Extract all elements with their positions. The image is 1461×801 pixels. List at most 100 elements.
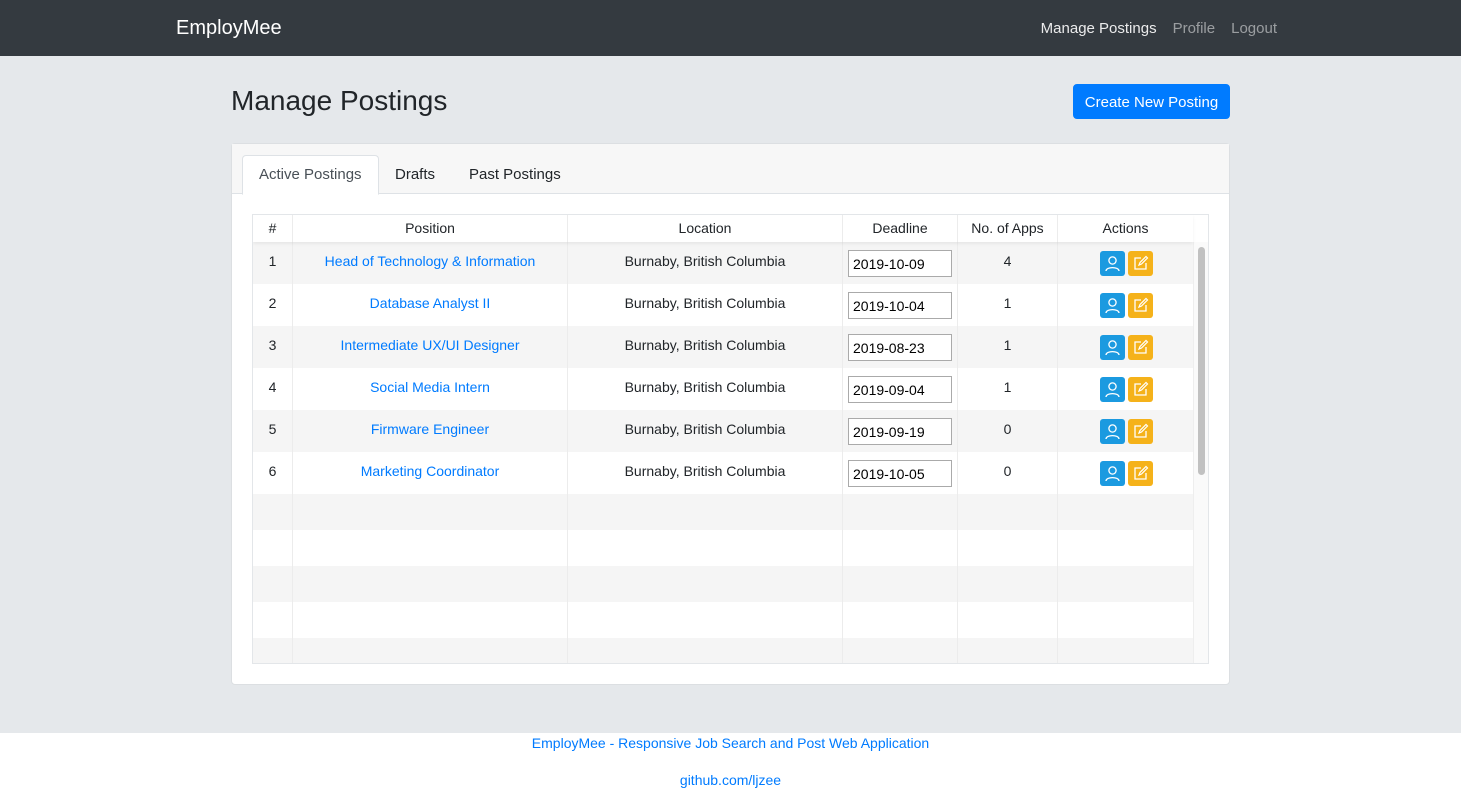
position-cell: Head of Technology & Information: [293, 242, 568, 284]
empty-cell: [958, 566, 1058, 602]
nav-manage-postings[interactable]: Manage Postings: [1041, 19, 1157, 39]
empty-row: [253, 602, 1193, 638]
table-row: 1 Head of Technology & Information Burnaby…: [253, 242, 1193, 284]
empty-cell: [253, 494, 293, 530]
empty-row: [253, 494, 1193, 530]
apps-count: 4: [958, 242, 1058, 284]
footer-app-link[interactable]: EmployMee - Responsive Job Search and Po…: [0, 735, 1461, 751]
empty-cell: [253, 566, 293, 602]
nav-profile[interactable]: Profile: [1173, 19, 1216, 39]
user-icon: [1105, 382, 1120, 398]
deadline-input[interactable]: [848, 334, 952, 361]
edit-icon: [1134, 297, 1149, 312]
row-number: 4: [253, 368, 293, 410]
empty-cell: [568, 602, 843, 638]
view-applicants-button[interactable]: [1100, 335, 1125, 360]
empty-cell: [843, 638, 958, 663]
location-cell: Burnaby, British Columbia: [568, 284, 843, 326]
edit-posting-button[interactable]: [1128, 419, 1153, 444]
postings-card: Active Postings Drafts Past Postings # P…: [231, 143, 1230, 685]
actions-cell: [1058, 368, 1193, 410]
user-icon: [1105, 424, 1120, 440]
empty-cell: [568, 494, 843, 530]
apps-count: 1: [958, 326, 1058, 368]
empty-cell: [568, 530, 843, 566]
nav-logout[interactable]: Logout: [1231, 19, 1277, 39]
table-scrollbar[interactable]: [1193, 242, 1208, 663]
deadline-input[interactable]: [848, 250, 952, 277]
edit-posting-button[interactable]: [1128, 251, 1153, 276]
empty-row: [253, 638, 1193, 663]
apps-count: 1: [958, 368, 1058, 410]
col-apps[interactable]: No. of Apps: [958, 215, 1058, 242]
position-cell: Database Analyst II: [293, 284, 568, 326]
footer-github-link[interactable]: github.com/ljzee: [0, 772, 1461, 788]
scrollbar-thumb[interactable]: [1198, 247, 1205, 475]
tab-past-postings[interactable]: Past Postings: [453, 155, 577, 194]
empty-cell: [568, 566, 843, 602]
table-header: # Position Location Deadline No. of Apps…: [253, 215, 1193, 242]
row-number: 2: [253, 284, 293, 326]
empty-cell: [1058, 530, 1193, 566]
edit-posting-button[interactable]: [1128, 377, 1153, 402]
table-row: 4 Social Media Intern Burnaby, British Col…: [253, 368, 1193, 410]
col-deadline[interactable]: Deadline: [843, 215, 958, 242]
deadline-input[interactable]: [848, 292, 952, 319]
create-posting-button[interactable]: Create New Posting: [1073, 84, 1230, 119]
view-applicants-button[interactable]: [1100, 293, 1125, 318]
view-applicants-button[interactable]: [1100, 461, 1125, 486]
row-number: 6: [253, 452, 293, 494]
deadline-input[interactable]: [848, 460, 952, 487]
edit-icon: [1134, 381, 1149, 396]
row-number: 1: [253, 242, 293, 284]
empty-cell: [843, 494, 958, 530]
edit-posting-button[interactable]: [1128, 293, 1153, 318]
empty-cell: [843, 602, 958, 638]
edit-icon: [1134, 255, 1149, 270]
empty-cell: [293, 602, 568, 638]
tab-active-postings[interactable]: Active Postings: [242, 155, 379, 195]
tab-drafts[interactable]: Drafts: [379, 155, 451, 194]
position-link[interactable]: Firmware Engineer: [371, 421, 489, 437]
brand-logo[interactable]: EmployMee: [176, 16, 282, 40]
deadline-input[interactable]: [848, 418, 952, 445]
edit-icon: [1134, 465, 1149, 480]
location-cell: Burnaby, British Columbia: [568, 452, 843, 494]
position-cell: Marketing Coordinator: [293, 452, 568, 494]
view-applicants-button[interactable]: [1100, 377, 1125, 402]
col-number[interactable]: #: [253, 215, 293, 242]
user-icon: [1105, 466, 1120, 482]
apps-count: 0: [958, 452, 1058, 494]
col-location[interactable]: Location: [568, 215, 843, 242]
position-link[interactable]: Social Media Intern: [370, 379, 490, 395]
position-link[interactable]: Intermediate UX/UI Designer: [341, 337, 520, 353]
view-applicants-button[interactable]: [1100, 419, 1125, 444]
table-row: 6 Marketing Coordinator Burnaby, British C…: [253, 452, 1193, 494]
empty-cell: [293, 530, 568, 566]
empty-cell: [1058, 494, 1193, 530]
user-icon: [1105, 298, 1120, 314]
view-applicants-button[interactable]: [1100, 251, 1125, 276]
actions-cell: [1058, 326, 1193, 368]
position-link[interactable]: Database Analyst II: [370, 295, 491, 311]
empty-cell: [958, 638, 1058, 663]
position-link[interactable]: Head of Technology & Information: [325, 253, 536, 269]
col-actions: Actions: [1102, 220, 1149, 236]
deadline-cell: [843, 452, 958, 494]
edit-posting-button[interactable]: [1128, 461, 1153, 486]
apps-count: 1: [958, 284, 1058, 326]
deadline-cell: [843, 284, 958, 326]
position-link[interactable]: Marketing Coordinator: [361, 463, 500, 479]
empty-cell: [293, 566, 568, 602]
empty-cell: [843, 530, 958, 566]
col-position[interactable]: Position: [293, 215, 568, 242]
edit-posting-button[interactable]: [1128, 335, 1153, 360]
position-cell: Social Media Intern: [293, 368, 568, 410]
empty-cell: [253, 530, 293, 566]
user-icon: [1105, 340, 1120, 356]
position-cell: Intermediate UX/UI Designer: [293, 326, 568, 368]
location-cell: Burnaby, British Columbia: [568, 368, 843, 410]
deadline-input[interactable]: [848, 376, 952, 403]
table-row: 3 Intermediate UX/UI Designer Burnaby, Bri…: [253, 326, 1193, 368]
footer: EmployMee - Responsive Job Search and Po…: [0, 733, 1461, 801]
